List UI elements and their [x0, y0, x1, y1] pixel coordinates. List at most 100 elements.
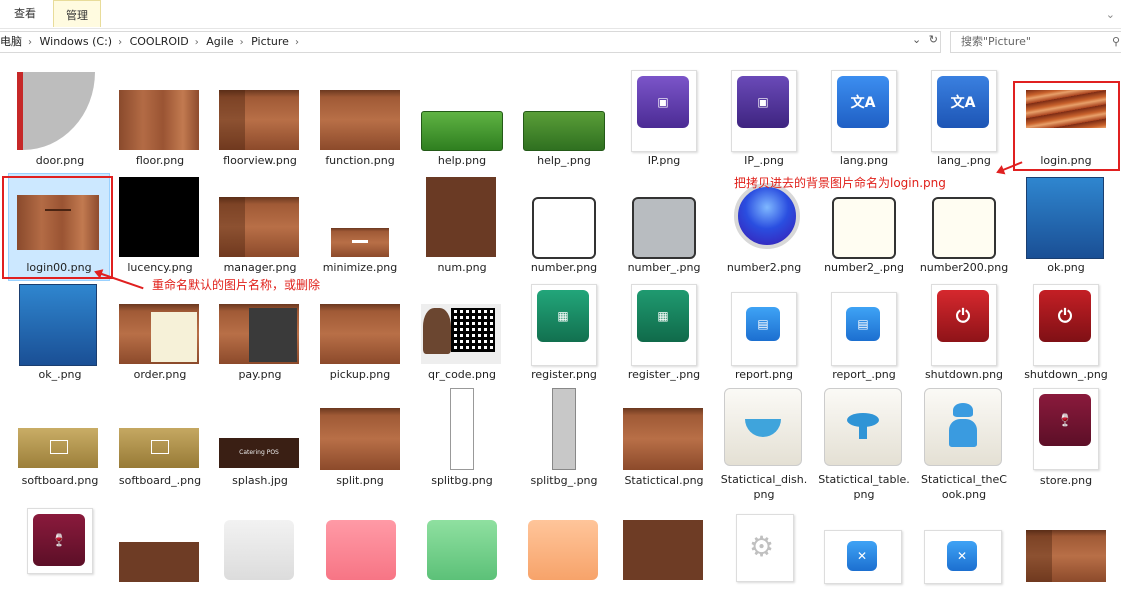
- shutdown-thumbnail: ⏻: [931, 284, 997, 366]
- splitbg-thumbnail: [450, 388, 474, 470]
- file-item[interactable]: ok.png: [1016, 167, 1116, 274]
- breadcrumb-item[interactable]: Picture: [251, 35, 289, 48]
- file-item[interactable]: minimize.png: [310, 167, 410, 274]
- breadcrumb-item[interactable]: 电脑: [0, 35, 22, 48]
- highlight-box-login00: [2, 176, 113, 279]
- file-item[interactable]: Statictical_dish. png: [714, 380, 814, 501]
- register-alt-thumbnail: ▦: [631, 284, 697, 366]
- file-item[interactable]: ⏻ shutdown.png: [914, 274, 1014, 381]
- file-item[interactable]: [210, 486, 310, 592]
- file-item[interactable]: [412, 486, 512, 592]
- wine-icon: 🍷: [33, 514, 85, 566]
- help-alt-thumbnail: [523, 111, 605, 151]
- file-name: number2_.png: [824, 261, 904, 274]
- keyboard-icon: [50, 440, 68, 454]
- splash-thumbnail: Catering POS: [219, 438, 299, 468]
- file-item[interactable]: floor.png: [110, 60, 210, 167]
- chevron-down-icon[interactable]: ⌄: [1106, 8, 1115, 21]
- file-item[interactable]: ▣ IP_.png: [714, 60, 814, 167]
- breadcrumb-item[interactable]: Windows (C:): [40, 35, 113, 48]
- tab-view[interactable]: 查看: [14, 5, 36, 23]
- file-item[interactable]: floorview.png: [210, 60, 310, 167]
- file-item[interactable]: Statictical_table. png: [814, 380, 914, 501]
- file-item[interactable]: Catering POS splash.jpg: [210, 380, 310, 487]
- breadcrumb-item[interactable]: Agile: [206, 35, 233, 48]
- file-item[interactable]: ✕: [814, 486, 914, 592]
- file-item[interactable]: 文A lang_.png: [914, 60, 1014, 167]
- search-input[interactable]: 搜索"Picture" ⚲: [950, 31, 1121, 53]
- file-item[interactable]: 🍷 store.png: [1016, 380, 1116, 487]
- file-item[interactable]: [614, 486, 714, 592]
- breadcrumb-item[interactable]: COOLROID: [130, 35, 189, 48]
- order-thumbnail: [119, 304, 199, 364]
- file-item[interactable]: manager.png: [210, 167, 310, 274]
- help-thumbnail: [421, 111, 503, 151]
- file-name: lucency.png: [127, 261, 193, 274]
- file-item[interactable]: help_.png: [514, 60, 614, 167]
- refresh-icon[interactable]: ↻: [929, 33, 938, 46]
- gear-icon: ⚙: [749, 530, 775, 563]
- file-item[interactable]: ▦ register.png: [514, 274, 614, 381]
- chevron-right-icon[interactable]: ›: [195, 37, 199, 48]
- file-name: help.png: [437, 154, 487, 167]
- file-item[interactable]: ⚙: [714, 486, 814, 592]
- chevron-right-icon[interactable]: ›: [118, 37, 122, 48]
- file-item[interactable]: qr_code.png: [412, 274, 512, 381]
- file-item[interactable]: ✕: [914, 486, 1014, 592]
- gray-button-thumbnail: [224, 520, 294, 580]
- chevron-right-icon[interactable]: ›: [240, 37, 244, 48]
- mascot-icon: [423, 308, 451, 354]
- file-item[interactable]: [110, 486, 210, 592]
- file-item[interactable]: splitbg_.png: [514, 380, 614, 487]
- search-icon[interactable]: ⚲: [1112, 32, 1120, 52]
- file-item[interactable]: number_.png: [614, 167, 714, 274]
- laptop-icon: ▣: [737, 76, 789, 128]
- file-item[interactable]: 🍷: [10, 486, 110, 592]
- file-item[interactable]: Statictical.png: [614, 380, 714, 487]
- file-item[interactable]: split.png: [310, 380, 410, 487]
- chevron-right-icon[interactable]: ›: [295, 37, 299, 48]
- chevron-right-icon[interactable]: ›: [28, 37, 32, 48]
- file-item[interactable]: function.png: [310, 60, 410, 167]
- file-item[interactable]: [310, 486, 410, 592]
- file-item[interactable]: door.png: [10, 60, 110, 167]
- file-item[interactable]: ▤ report.png: [714, 274, 814, 381]
- file-item[interactable]: ok_.png: [10, 274, 110, 381]
- panel-shade: [1026, 530, 1052, 582]
- file-item[interactable]: [1016, 486, 1116, 592]
- file-item[interactable]: [514, 486, 614, 592]
- file-item[interactable]: help.png: [412, 60, 512, 167]
- panel-shade: [219, 197, 245, 257]
- file-item[interactable]: pickup.png: [310, 274, 410, 381]
- file-item[interactable]: softboard.png: [10, 380, 110, 487]
- number2-thumbnail: [734, 183, 800, 249]
- file-item[interactable]: 文A lang.png: [814, 60, 914, 167]
- file-item[interactable]: softboard_.png: [110, 380, 210, 487]
- statictical-thecook-thumbnail: [924, 388, 1002, 466]
- file-name: IP.png: [647, 154, 681, 167]
- tab-manage[interactable]: 管理: [53, 0, 101, 27]
- splitbg-alt-thumbnail: [552, 388, 576, 470]
- annotation-left: 重命名默认的图片名称，或删除: [152, 278, 321, 292]
- file-item[interactable]: splitbg.png: [412, 380, 512, 487]
- file-name: number_.png: [627, 261, 701, 274]
- report-thumbnail: ▤: [731, 292, 797, 366]
- file-item[interactable]: number.png: [514, 167, 614, 274]
- file-item[interactable]: ▣ IP.png: [614, 60, 714, 167]
- file-item[interactable]: ⏻ shutdown_.png: [1016, 274, 1116, 381]
- file-item[interactable]: Statictical_theC ook.png: [914, 380, 1014, 501]
- file-item[interactable]: ▦ register_.png: [614, 274, 714, 381]
- dish-icon: [745, 419, 781, 437]
- keyboard-icon: [151, 440, 169, 454]
- breadcrumb[interactable]: 电脑 › Windows (C:) › COOLROID › Agile › Pictu…: [0, 31, 941, 53]
- file-item[interactable]: ▤ report_.png: [814, 274, 914, 381]
- file-name: manager.png: [223, 261, 297, 274]
- chevron-down-icon[interactable]: ⌄: [912, 33, 921, 46]
- address-controls: ⌄ ↻: [912, 33, 938, 46]
- manager-thumbnail: [219, 197, 299, 257]
- power-icon: ⏻: [937, 290, 989, 342]
- file-item[interactable]: lucency.png: [110, 167, 210, 274]
- file-name: lang.png: [839, 154, 889, 167]
- file-name: help_.png: [537, 154, 591, 167]
- file-item[interactable]: num.png: [412, 167, 512, 274]
